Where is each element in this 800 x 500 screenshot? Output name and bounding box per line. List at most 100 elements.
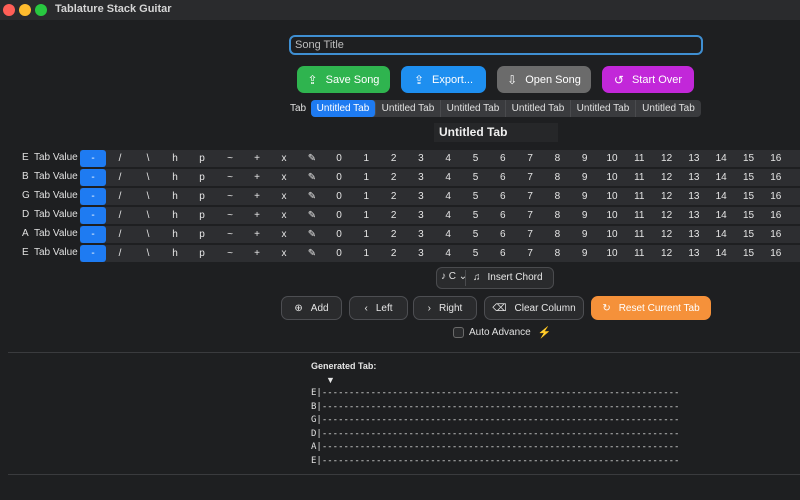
tab-value-option[interactable]: \ [135,226,161,243]
tab-value-option[interactable]: - [80,188,106,205]
fret-option[interactable]: 12 [654,245,680,262]
chord-selector[interactable]: ♪ C ⌄ [441,271,467,282]
tab-value-option[interactable]: h [162,150,188,167]
close-window-button[interactable] [3,4,15,16]
tab-value-option[interactable]: p [189,150,215,167]
tab-value-option[interactable]: + [244,188,270,205]
fret-option[interactable]: 4 [435,245,461,262]
fret-option[interactable]: 14 [708,169,734,186]
fret-option[interactable]: 15 [736,226,762,243]
fret-option[interactable]: 8 [544,207,570,224]
tab-value-option[interactable]: + [244,226,270,243]
pencil-icon[interactable]: ✎ [299,245,325,262]
fret-option[interactable]: 11 [626,169,652,186]
fret-option[interactable]: 0 [326,245,352,262]
tab-value-option[interactable]: x [271,245,297,262]
tab-value-option[interactable]: ~ [217,150,243,167]
fret-option[interactable]: 11 [626,207,652,224]
fret-option[interactable]: 12 [654,169,680,186]
fret-option[interactable]: 13 [681,169,707,186]
fret-option[interactable]: 4 [435,150,461,167]
tab-value-option[interactable]: - [80,245,106,262]
open-song-button[interactable]: ⇩ Open Song [497,66,591,93]
fret-option[interactable]: 1 [353,207,379,224]
fret-option[interactable]: 3 [408,169,434,186]
fret-option[interactable]: 3 [408,207,434,224]
fret-option[interactable]: 0 [326,188,352,205]
fret-option[interactable]: 6 [490,188,516,205]
fret-option[interactable]: 5 [463,226,489,243]
fret-option[interactable]: 13 [681,188,707,205]
tab-value-option[interactable]: / [107,169,133,186]
fret-option[interactable]: 0 [326,150,352,167]
fret-option[interactable]: 5 [463,188,489,205]
tab-item[interactable]: Untitled Tab [441,100,506,117]
fret-option[interactable]: 10 [599,245,625,262]
auto-advance-checkbox[interactable] [453,327,464,338]
tab-value-option[interactable]: ~ [217,188,243,205]
fret-option[interactable]: 0 [326,207,352,224]
tab-value-option[interactable]: x [271,207,297,224]
tab-value-option[interactable]: + [244,169,270,186]
fret-option[interactable]: 5 [463,207,489,224]
fret-option[interactable]: 5 [463,245,489,262]
tab-value-option[interactable]: h [162,207,188,224]
tab-value-option[interactable]: p [189,207,215,224]
fret-option[interactable]: 14 [708,245,734,262]
fret-option[interactable]: 8 [544,245,570,262]
maximize-window-button[interactable] [35,4,47,16]
tab-value-option[interactable]: ~ [217,226,243,243]
fret-option[interactable]: 7 [517,169,543,186]
pencil-icon[interactable]: ✎ [299,207,325,224]
tab-value-option[interactable]: \ [135,207,161,224]
fret-option[interactable]: 8 [544,226,570,243]
fret-option[interactable]: 0 [326,226,352,243]
fret-option[interactable]: 9 [572,188,598,205]
song-title-input[interactable] [289,35,703,55]
fret-option[interactable]: 1 [353,188,379,205]
tab-value-option[interactable]: \ [135,169,161,186]
tab-value-option[interactable]: / [107,207,133,224]
fret-option[interactable]: 4 [435,207,461,224]
fret-option[interactable]: 15 [736,188,762,205]
fret-option[interactable]: 11 [626,226,652,243]
tab-value-option[interactable]: - [80,226,106,243]
fret-option[interactable]: 14 [708,150,734,167]
move-left-button[interactable]: ‹ Left [349,296,408,320]
clear-column-button[interactable]: ⌫ Clear Column [484,296,584,320]
fret-option[interactable]: 1 [353,150,379,167]
tab-value-option[interactable]: \ [135,150,161,167]
fret-option[interactable]: 5 [463,169,489,186]
fret-option[interactable]: 9 [572,150,598,167]
fret-option[interactable]: 16 [763,226,789,243]
fret-option[interactable]: 16 [763,245,789,262]
tab-value-option[interactable]: - [80,207,106,224]
reset-current-tab-button[interactable]: ↻ Reset Current Tab [591,296,711,320]
fret-option[interactable]: 14 [708,188,734,205]
fret-option[interactable]: 2 [381,226,407,243]
fret-option[interactable]: 10 [599,226,625,243]
fret-option[interactable]: 8 [544,169,570,186]
tab-value-option[interactable]: x [271,150,297,167]
fret-option[interactable]: 5 [463,150,489,167]
tab-value-option[interactable]: h [162,226,188,243]
fret-option[interactable]: 10 [599,207,625,224]
tab-item[interactable]: Untitled Tab [376,100,441,117]
tab-value-option[interactable]: - [80,169,106,186]
fret-option[interactable]: 11 [626,188,652,205]
fret-option[interactable]: 3 [408,188,434,205]
tab-value-option[interactable]: h [162,169,188,186]
tab-value-option[interactable]: / [107,226,133,243]
tab-value-option[interactable]: ~ [217,169,243,186]
fret-option[interactable]: 10 [599,188,625,205]
fret-option[interactable]: 16 [763,169,789,186]
pencil-icon[interactable]: ✎ [299,188,325,205]
tab-value-option[interactable]: p [189,188,215,205]
fret-option[interactable]: 2 [381,188,407,205]
tab-value-option[interactable]: p [189,245,215,262]
fret-option[interactable]: 6 [490,169,516,186]
tab-value-option[interactable]: ~ [217,207,243,224]
tab-value-option[interactable]: x [271,169,297,186]
fret-option[interactable]: 15 [736,245,762,262]
fret-option[interactable]: 11 [626,150,652,167]
